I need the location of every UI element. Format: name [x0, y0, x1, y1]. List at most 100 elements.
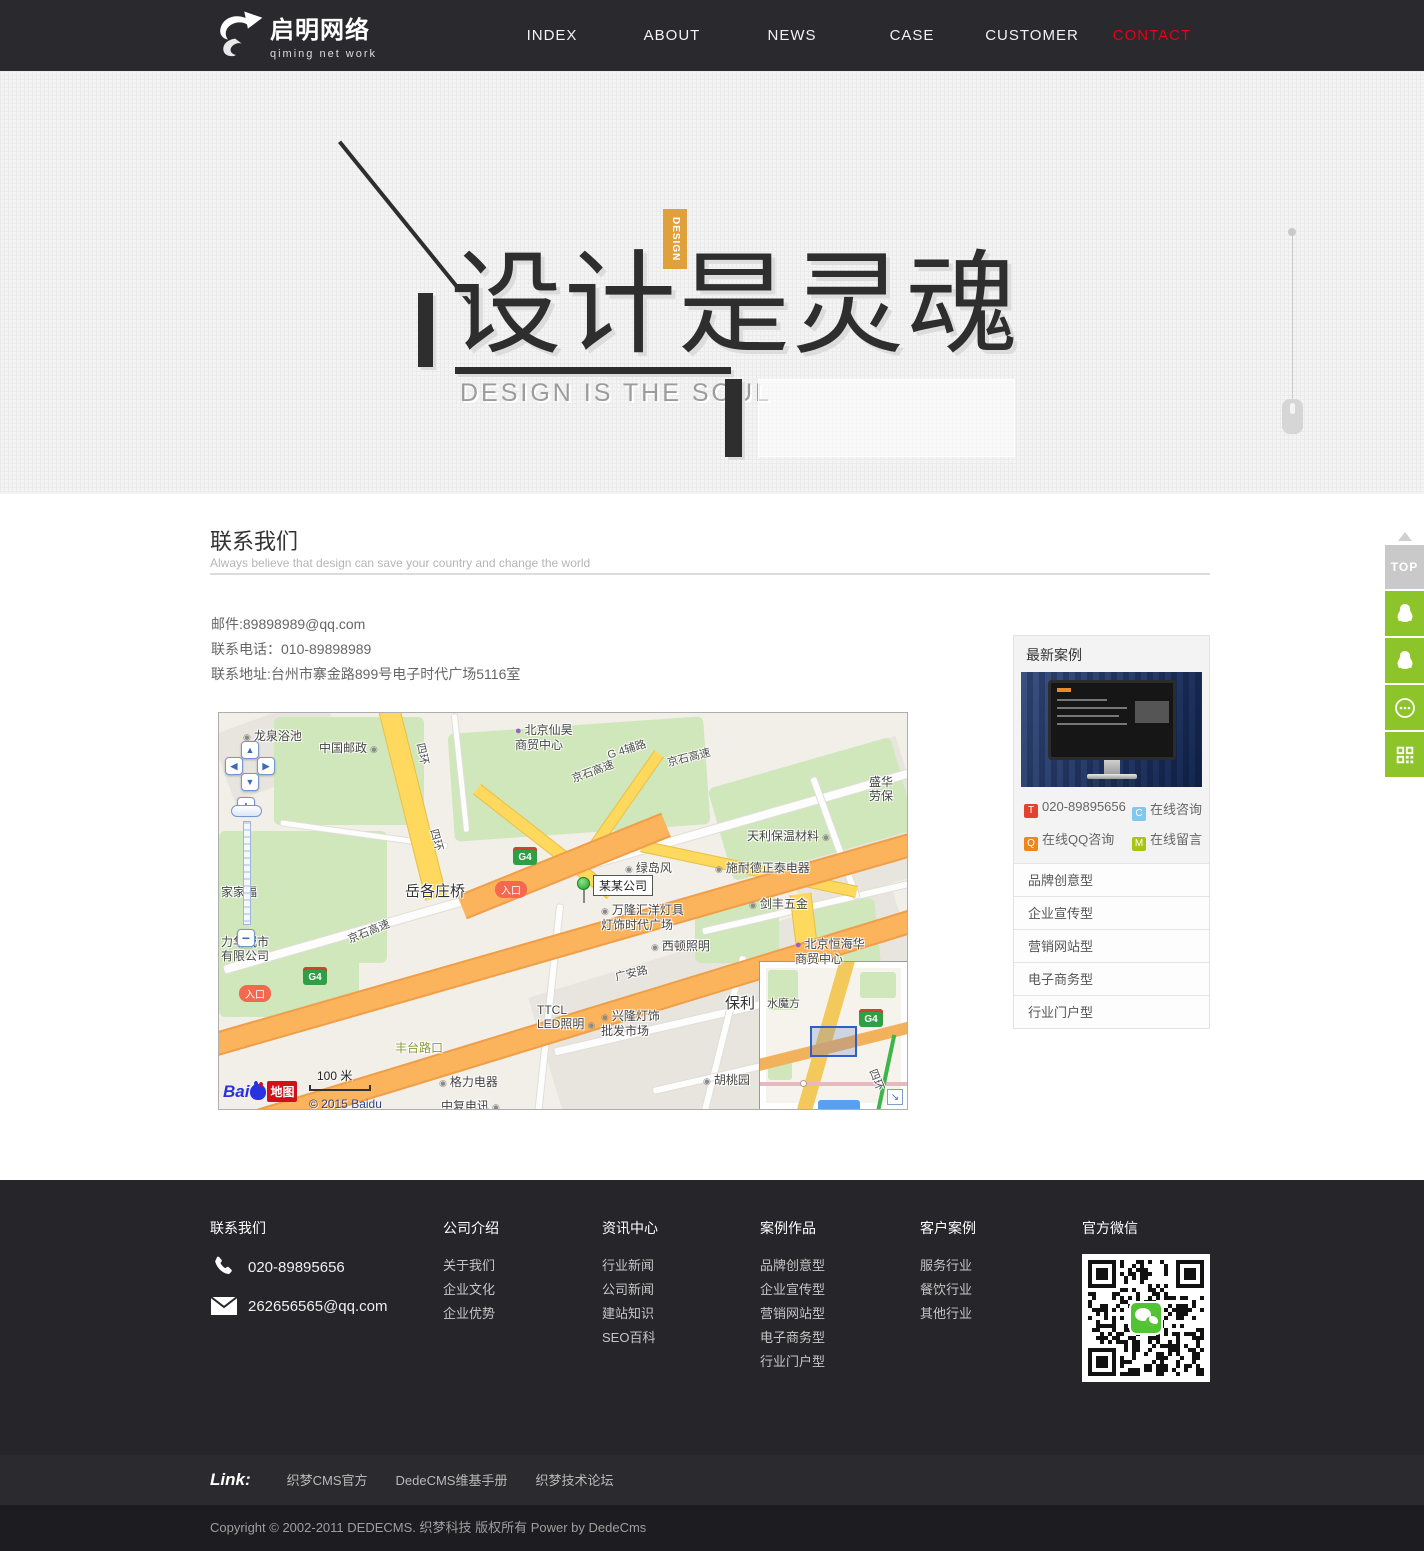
map-poi-label: 水魔方 — [767, 997, 800, 1011]
float-action-button[interactable] — [1385, 591, 1424, 636]
right-bar-decoration — [725, 379, 742, 457]
case-category-item[interactable]: 电子商务型 — [1014, 962, 1209, 995]
envelope-icon — [210, 1296, 240, 1316]
sidebar-contact-link[interactable]: C在线咨询 — [1132, 799, 1202, 821]
footer-link[interactable]: 公司新闻 — [602, 1278, 658, 1302]
map-scale-bar — [309, 1085, 371, 1091]
footer: 联系我们 020-89895656 262656565@qq.com 公司介绍 … — [0, 1180, 1424, 1455]
main-nav: INDEXABOUTNEWSCASECUSTOMERCONTACT — [492, 0, 1212, 71]
footer-link-column: 客户案例 服务行业餐饮行业其他行业 — [920, 1218, 976, 1326]
floating-toolbar: TOP — [1385, 545, 1424, 777]
footer-link[interactable]: 企业优势 — [443, 1302, 499, 1326]
map-marker-pin-icon[interactable] — [577, 877, 590, 890]
friend-links-bar: Link: 织梦CMS官方 DedeCMS维基手册 织梦技术论坛 — [0, 1455, 1424, 1505]
footer-link[interactable]: 企业宣传型 — [760, 1278, 825, 1302]
case-category-item[interactable]: 行业门户型 — [1014, 995, 1209, 1028]
footer-link[interactable]: 其他行业 — [920, 1302, 976, 1326]
contact-info-list: 邮件:89898989@qq.com联系电话：010-89898989联系地址:… — [211, 612, 520, 687]
minimap-viewport[interactable] — [810, 1026, 857, 1057]
friend-link[interactable]: DedeCMS维基手册 — [396, 1473, 508, 1488]
footer-link[interactable]: 行业门户型 — [760, 1350, 825, 1374]
divider — [210, 573, 1210, 575]
map-poi-label: 岳各庄桥 — [405, 885, 465, 899]
header: 启明网络 qiming net work INDEXABOUTNEWSCASEC… — [0, 0, 1424, 71]
baidu-paw-icon — [250, 1084, 266, 1100]
case-category-item[interactable]: 企业宣传型 — [1014, 896, 1209, 929]
friend-link[interactable]: 织梦技术论坛 — [535, 1473, 613, 1488]
footer-wechat-column: 官方微信 — [1082, 1218, 1210, 1382]
mouse-cord-dot — [1288, 228, 1296, 236]
left-bar-decoration — [418, 293, 433, 367]
nav-item[interactable]: NEWS — [732, 0, 852, 71]
contact-service-icon: M — [1132, 837, 1146, 851]
map-poi-label: 西顿照明 — [651, 939, 710, 954]
map-poi-label: 保利 — [725, 997, 755, 1011]
imac-monitor-graphic — [1048, 680, 1176, 760]
map-poi-label: 中国邮政 — [319, 741, 378, 756]
sidebar-contact-link[interactable]: M在线留言 — [1132, 829, 1202, 851]
hero-underline-decoration — [455, 367, 731, 374]
footer-link[interactable]: 行业新闻 — [602, 1254, 658, 1278]
footer-column-title: 案例作品 — [760, 1218, 825, 1238]
latest-case-thumbnail[interactable] — [1021, 672, 1202, 787]
back-to-top-button[interactable]: TOP — [1385, 545, 1424, 589]
footer-link[interactable]: 关于我们 — [443, 1254, 499, 1278]
map-poi-label: 丰台路口 — [395, 1041, 443, 1055]
baidu-map[interactable]: ↘ G4G4G4 入口入口 龙泉浴池中国邮政北京仙昊 商贸中心G 4辅路京石高速… — [218, 712, 908, 1110]
case-category-item[interactable]: 营销网站型 — [1014, 929, 1209, 962]
latest-cases-panel: 最新案例 T020-89895656C在线咨询Q在线QQ咨询M在线留言 品牌创意… — [1013, 635, 1210, 1029]
sidebar-contact-link[interactable]: Q在线QQ咨询 — [1024, 829, 1132, 851]
sidebar-contact-link[interactable]: T020-89895656 — [1024, 799, 1132, 821]
faint-panel-decoration — [758, 379, 1015, 457]
nav-item[interactable]: CONTACT — [1092, 0, 1212, 71]
map-pan-up-button[interactable]: ▲ — [241, 741, 259, 759]
main-content: 联系我们 Always believe that design can save… — [0, 494, 1424, 1180]
map-zoom-slider-handle[interactable] — [231, 805, 262, 817]
minimap-collapse-button[interactable]: ↘ — [887, 1089, 903, 1105]
footer-link[interactable]: 建站知识 — [602, 1302, 658, 1326]
wechat-qrcode — [1082, 1254, 1210, 1382]
message-icon — [1393, 696, 1417, 720]
float-action-button[interactable] — [1385, 685, 1424, 730]
case-category-item[interactable]: 品牌创意型 — [1014, 863, 1209, 896]
footer-column-title: 公司介绍 — [443, 1218, 499, 1238]
copyright-text: Copyright © 2002-2011 DEDECMS. 织梦科技 版权所有… — [210, 1520, 646, 1535]
map-zoom-out-button[interactable]: − — [237, 929, 255, 947]
logo[interactable]: 启明网络 qiming net work — [208, 6, 377, 64]
footer-link[interactable]: 服务行业 — [920, 1254, 976, 1278]
contact-info-line: 邮件:89898989@qq.com — [211, 612, 520, 637]
friend-link[interactable]: 织梦CMS官方 — [287, 1473, 368, 1488]
minimap-green — [860, 972, 896, 998]
page-subtitle: Always believe that design can save your… — [210, 556, 590, 570]
float-action-button[interactable] — [1385, 732, 1424, 777]
contact-info-line: 联系地址:台州市寨金路899号电子时代广场5116室 — [211, 662, 520, 687]
footer-link[interactable]: 企业文化 — [443, 1278, 499, 1302]
map-pan-left-button[interactable]: ◀ — [225, 757, 243, 775]
entrance-badge: 入口 — [239, 985, 271, 1002]
float-action-button[interactable] — [1385, 638, 1424, 683]
map-zoom-slider-track[interactable] — [243, 821, 251, 925]
footer-phone-value: 020-89895656 — [248, 1259, 345, 1276]
map-pan-down-button[interactable]: ▼ — [241, 773, 259, 791]
footer-link[interactable]: 营销网站型 — [760, 1302, 825, 1326]
footer-link[interactable]: 餐饮行业 — [920, 1278, 976, 1302]
map-poi-label: 施耐德正泰电器 — [715, 861, 810, 876]
nav-item[interactable]: CUSTOMER — [972, 0, 1092, 71]
caret-up-icon — [1398, 532, 1412, 541]
footer-link[interactable]: 品牌创意型 — [760, 1254, 825, 1278]
entrance-badge: 入口 — [495, 881, 527, 898]
baidu-maps-logo: Bai 地图 — [223, 1081, 297, 1102]
footer-link[interactable]: SEO百科 — [602, 1326, 658, 1350]
g4-highway-badge: G4 — [513, 847, 537, 865]
float-buttons — [1385, 591, 1424, 777]
footer-column-title: 官方微信 — [1082, 1218, 1210, 1238]
nav-item[interactable]: INDEX — [492, 0, 612, 71]
footer-link-column: 案例作品 品牌创意型企业宣传型营销网站型电子商务型行业门户型 — [760, 1218, 825, 1374]
footer-link[interactable]: 电子商务型 — [760, 1326, 825, 1350]
nav-item[interactable]: CASE — [852, 0, 972, 71]
nav-item[interactable]: ABOUT — [612, 0, 732, 71]
map-poi-label: 剑丰五金 — [749, 897, 808, 912]
map-pan-right-button[interactable]: ▶ — [257, 757, 275, 775]
g4-highway-badge: G4 — [303, 967, 327, 985]
links-label: Link: — [210, 1470, 251, 1490]
